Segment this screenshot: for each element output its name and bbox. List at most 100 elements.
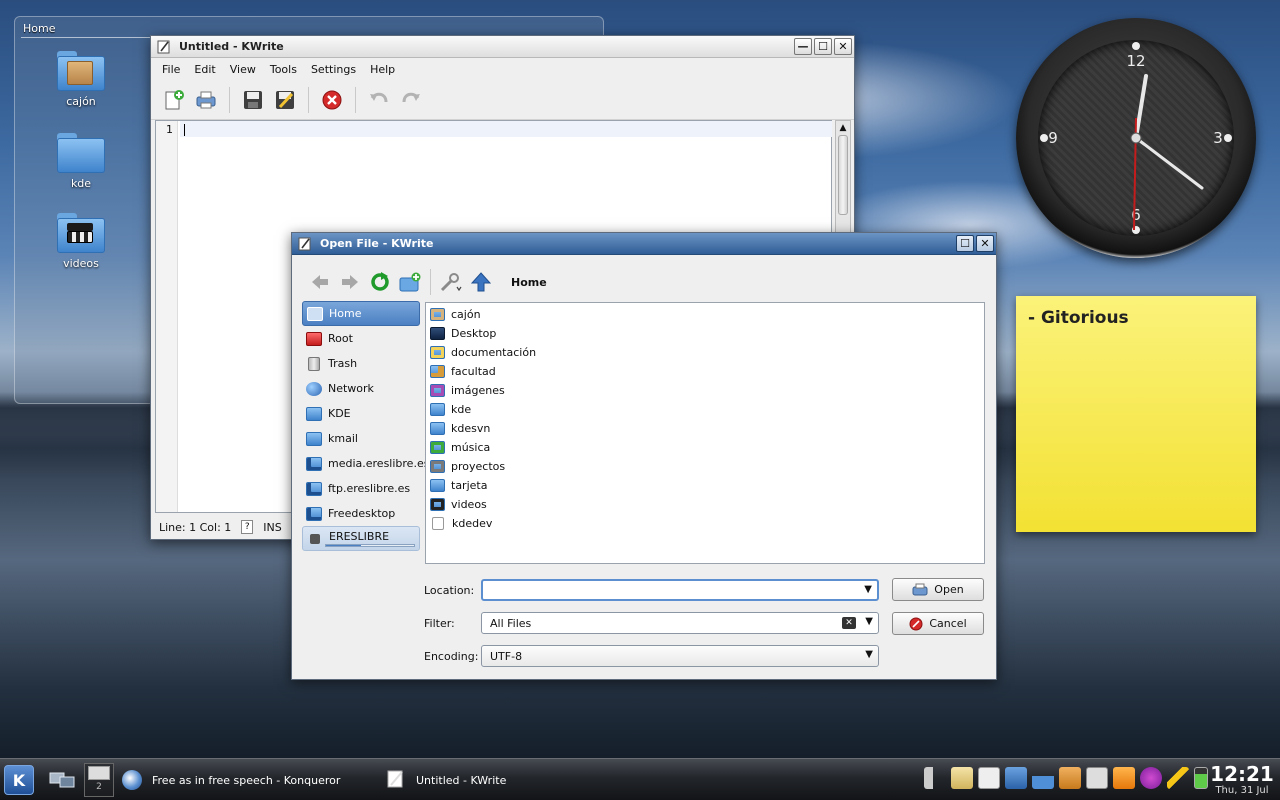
desktop-icon-videos[interactable]: videos — [41, 213, 121, 270]
kwrite-titlebar[interactable]: Untitled - KWrite — ☐ ✕ — [151, 36, 854, 58]
list-item[interactable]: facultad — [426, 362, 984, 381]
place-ereslibre[interactable]: ERESLIBRE — [302, 526, 420, 551]
maximize-icon: ☐ — [960, 237, 970, 250]
task-konqueror[interactable]: Free as in free speech - Konqueror — [122, 767, 340, 793]
back-button[interactable] — [308, 270, 332, 294]
clear-filter-icon[interactable]: ✕ — [842, 617, 856, 629]
desktop-icon-cajon[interactable]: cajón — [41, 51, 121, 108]
place-kmail[interactable]: kmail — [302, 426, 420, 451]
place-trash[interactable]: Trash — [302, 351, 420, 376]
sticky-note[interactable]: - Gitorious — [1016, 296, 1256, 532]
file-list[interactable]: cajón Desktop documentación facultad imá… — [425, 302, 985, 564]
calendar-icon[interactable] — [978, 767, 1000, 789]
clipboard-icon[interactable] — [951, 767, 973, 789]
print-button[interactable] — [193, 87, 219, 113]
pager-number[interactable]: 2 — [85, 782, 113, 792]
list-item[interactable]: videos — [426, 495, 984, 514]
menu-help[interactable]: Help — [363, 63, 402, 76]
folder-icon — [430, 365, 445, 378]
reload-button[interactable] — [368, 270, 392, 294]
clapperboard-icon — [67, 231, 93, 243]
save-as-button[interactable] — [272, 87, 298, 113]
forward-button[interactable] — [338, 270, 362, 294]
place-freedesktop[interactable]: Freedesktop — [302, 501, 420, 526]
menu-file[interactable]: File — [155, 63, 187, 76]
place-network[interactable]: Network — [302, 376, 420, 401]
breadcrumb[interactable]: Home — [511, 276, 547, 289]
battery-icon[interactable] — [1194, 767, 1208, 789]
volume-icon[interactable] — [924, 767, 946, 789]
options-button[interactable] — [439, 270, 463, 294]
list-item[interactable]: proyectos — [426, 457, 984, 476]
list-item[interactable]: tarjeta — [426, 476, 984, 495]
maximize-button[interactable]: ☐ — [814, 38, 832, 55]
pager[interactable]: 2 — [84, 763, 114, 797]
folder-icon — [306, 406, 322, 421]
close-document-button[interactable] — [319, 87, 345, 113]
chevron-down-icon[interactable]: ▼ — [865, 616, 873, 627]
location-combo[interactable]: ▼ — [481, 579, 879, 601]
list-item[interactable]: kde — [426, 400, 984, 419]
open-button[interactable]: Open — [892, 578, 984, 601]
kde-menu-button[interactable]: K — [4, 765, 34, 795]
rss-icon[interactable] — [1113, 767, 1135, 789]
chevron-down-icon[interactable]: ▼ — [865, 649, 873, 660]
close-button[interactable]: ✕ — [834, 38, 852, 55]
folder-icon — [430, 403, 445, 416]
folder-icon — [57, 133, 105, 173]
location-input[interactable] — [491, 582, 877, 598]
filter-value: All Files — [490, 616, 532, 630]
network-icon[interactable] — [1140, 767, 1162, 789]
menu-settings[interactable]: Settings — [304, 63, 363, 76]
cancel-button[interactable]: Cancel — [892, 612, 984, 635]
list-item[interactable]: cajón — [426, 305, 984, 324]
place-ftp-ereslibre[interactable]: ftp.ereslibre.es — [302, 476, 420, 501]
chevron-down-icon[interactable]: ▼ — [864, 584, 872, 595]
place-home[interactable]: Home — [302, 301, 420, 326]
list-item[interactable]: música — [426, 438, 984, 457]
open-file-dialog: Open File - KWrite ☐ ✕ Home Home Root Tr… — [291, 232, 997, 680]
list-item[interactable]: Desktop — [426, 324, 984, 343]
place-media-ereslibre[interactable]: media.ereslibre.es — [302, 451, 429, 476]
note-text[interactable]: - Gitorious — [1028, 308, 1244, 328]
save-button[interactable] — [240, 87, 266, 113]
up-folder-button[interactable] — [469, 270, 493, 294]
klipper-icon[interactable] — [1005, 767, 1027, 789]
scrollbar-thumb[interactable] — [838, 135, 848, 215]
taskbar-clock[interactable]: 12:21 Thu, 31 Jul — [1208, 763, 1276, 796]
maximize-button[interactable]: ☐ — [956, 235, 974, 252]
analog-clock-widget[interactable]: 12 3 9 6 — [1016, 18, 1256, 258]
task-kwrite[interactable]: Untitled - KWrite — [386, 767, 506, 793]
minimize-button[interactable]: — — [794, 38, 812, 55]
kde-app-icon[interactable] — [1086, 767, 1108, 789]
power-icon[interactable] — [1167, 767, 1189, 789]
folder-icon — [430, 346, 445, 359]
insert-mode[interactable]: INS — [263, 521, 281, 534]
menu-tools[interactable]: Tools — [263, 63, 304, 76]
close-button[interactable]: ✕ — [976, 235, 994, 252]
desktop-icon-label: kde — [70, 177, 92, 190]
folder-icon — [430, 308, 445, 321]
desktop-icon-kde[interactable]: kde — [41, 133, 121, 190]
place-label: Trash — [328, 357, 358, 370]
place-kde[interactable]: KDE — [302, 401, 420, 426]
filter-combo[interactable]: All Files ✕ ▼ — [481, 612, 879, 634]
show-desktop-button[interactable] — [48, 769, 76, 789]
menu-view[interactable]: View — [223, 63, 263, 76]
notes-icon[interactable] — [1059, 767, 1081, 789]
dialog-titlebar[interactable]: Open File - KWrite ☐ ✕ — [292, 233, 996, 255]
toolbar-separator — [355, 86, 356, 113]
encoding-combo[interactable]: UTF-8 ▼ — [481, 645, 879, 667]
menu-edit[interactable]: Edit — [187, 63, 222, 76]
new-folder-button[interactable] — [398, 270, 422, 294]
list-item[interactable]: imágenes — [426, 381, 984, 400]
list-item[interactable]: documentación — [426, 343, 984, 362]
list-item[interactable]: kdedev — [426, 514, 984, 533]
redo-button[interactable] — [398, 87, 424, 113]
place-root[interactable]: Root — [302, 326, 420, 351]
network-signal-icon[interactable] — [1032, 767, 1054, 789]
pager-desktop-1[interactable] — [88, 766, 110, 780]
new-document-button[interactable] — [161, 87, 187, 113]
list-item[interactable]: kdesvn — [426, 419, 984, 438]
undo-button[interactable] — [366, 87, 392, 113]
